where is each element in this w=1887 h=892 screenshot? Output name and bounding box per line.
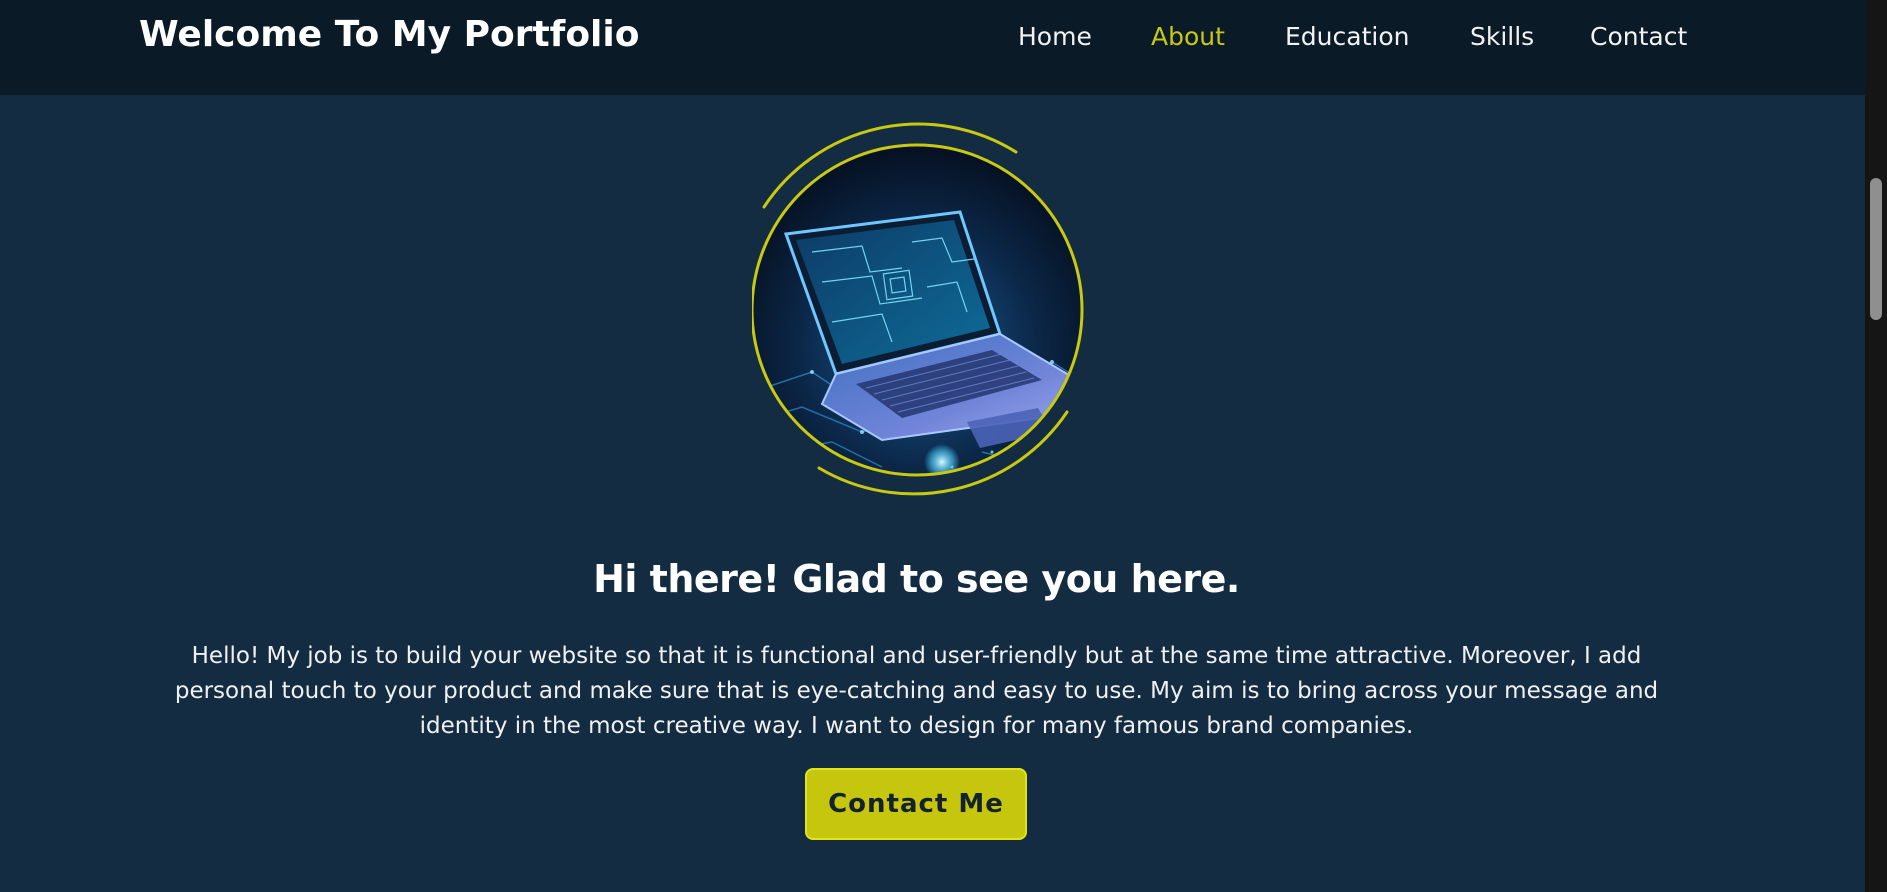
nav-home-link[interactable]: Home (1018, 20, 1092, 54)
hero-headline: Hi there! Glad to see you here. (593, 557, 1240, 602)
content-area: Welcome To My Portfolio Home About Educa… (0, 0, 1865, 892)
scrollbar-thumb[interactable] (1870, 178, 1882, 320)
nav-skills-link[interactable]: Skills (1470, 20, 1534, 54)
hero-image-frame (752, 122, 1084, 498)
main-nav: Home About Education Skills Contact (0, 20, 1865, 54)
laptop-circuit-image (752, 122, 1084, 496)
nav-about-link[interactable]: About (1151, 20, 1225, 54)
page: Welcome To My Portfolio Home About Educa… (0, 0, 1887, 892)
site-header: Welcome To My Portfolio Home About Educa… (0, 0, 1865, 95)
contact-me-button[interactable]: Contact Me (805, 768, 1027, 840)
nav-contact-link[interactable]: Contact (1590, 20, 1687, 54)
hero-intro-text: Hello! My job is to build your website s… (174, 643, 1659, 739)
vertical-scrollbar[interactable] (1865, 0, 1887, 892)
nav-education-link[interactable]: Education (1285, 20, 1409, 54)
